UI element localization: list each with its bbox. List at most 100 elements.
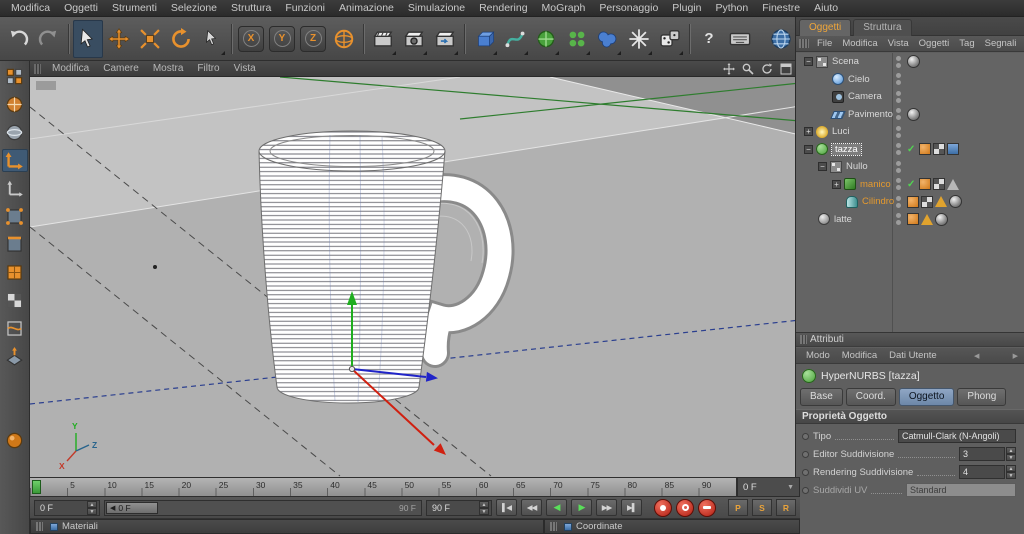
- workplane-mode-button[interactable]: [2, 345, 28, 368]
- gizmo-origin[interactable]: [349, 366, 354, 371]
- menu-plugin[interactable]: Plugin: [665, 2, 708, 14]
- panel-grip-icon[interactable]: [36, 522, 43, 531]
- start-frame-field[interactable]: 0 F ▲▼: [34, 500, 100, 516]
- phong-tag-icon[interactable]: [921, 214, 933, 225]
- timeline-ruler[interactable]: 0 5 10 15 20 25 30 35 40 45 50 55 60 65 …: [30, 477, 737, 497]
- menu-modifica[interactable]: Modifica: [4, 2, 57, 14]
- recent-tool-dropdown[interactable]: [197, 20, 227, 58]
- live-selection-tool[interactable]: [73, 20, 103, 58]
- range-slider-handle[interactable]: ◀ 0 F: [106, 502, 158, 514]
- uv-mode-button[interactable]: [2, 317, 28, 340]
- vp-menu-vista[interactable]: Vista: [227, 63, 263, 74]
- help-button[interactable]: ?: [694, 20, 724, 58]
- materials-panel-header[interactable]: Materiali: [30, 519, 544, 534]
- menu-funzioni[interactable]: Funzioni: [278, 2, 332, 14]
- texture-tag-icon[interactable]: [919, 143, 931, 155]
- panel-grip-icon[interactable]: [550, 522, 557, 531]
- om-menu-modifica[interactable]: Modifica: [837, 38, 882, 49]
- frame-display[interactable]: 0 F ▼: [737, 477, 800, 497]
- previous-frame-button[interactable]: ◀: [546, 499, 567, 516]
- timeline-range-slider[interactable]: ◀ 0 F 90 F: [104, 500, 422, 516]
- rotate-view-button[interactable]: [759, 62, 774, 75]
- tab-oggetti[interactable]: Oggetti: [799, 19, 851, 36]
- move-tool[interactable]: [104, 20, 134, 58]
- redo-button[interactable]: [34, 20, 64, 58]
- menu-oggetti[interactable]: Oggetti: [57, 2, 105, 14]
- editor-suddivisione-input[interactable]: 3: [959, 447, 1005, 461]
- tab-oggetto[interactable]: Oggetto: [899, 388, 955, 406]
- add-hypernurbs-button[interactable]: [531, 20, 561, 58]
- tree-row-nullo[interactable]: − Nullo: [796, 158, 1024, 176]
- points-mode-button[interactable]: [2, 205, 28, 228]
- vp-menu-modifica[interactable]: Modifica: [45, 63, 96, 74]
- stepper-down-icon[interactable]: ▼: [87, 508, 97, 515]
- collapse-icon[interactable]: −: [804, 57, 813, 66]
- toggle-view-layout-button[interactable]: [778, 62, 793, 75]
- stepper-up-icon[interactable]: ▲: [479, 501, 489, 508]
- om-menu-tag[interactable]: Tag: [954, 38, 979, 49]
- visibility-toggle[interactable]: [896, 161, 901, 173]
- tab-coord[interactable]: Coord.: [846, 388, 896, 406]
- go-to-end-button[interactable]: ▶▌: [621, 499, 642, 516]
- visibility-toggle[interactable]: [896, 126, 901, 138]
- expression-tag-icon[interactable]: [947, 143, 959, 155]
- phong-tag-icon[interactable]: [935, 196, 947, 207]
- menu-personaggio[interactable]: Personaggio: [592, 2, 665, 14]
- attr-menu-modo[interactable]: Modo: [800, 350, 836, 361]
- lock-z-axis-button[interactable]: Z: [298, 20, 328, 58]
- om-menu-segnali[interactable]: Segnali: [980, 38, 1022, 49]
- expand-icon[interactable]: +: [804, 127, 813, 136]
- rotation-key-toggle[interactable]: R: [776, 499, 796, 516]
- current-frame-marker[interactable]: [32, 480, 41, 494]
- texture-mode-button[interactable]: [2, 121, 28, 144]
- add-spline-button[interactable]: [500, 20, 530, 58]
- visibility-toggle[interactable]: [896, 108, 901, 120]
- undo-button[interactable]: [3, 20, 33, 58]
- texture-tag-icon[interactable]: [907, 196, 919, 208]
- tree-row-cilindro[interactable]: Cilindro: [796, 193, 1024, 211]
- tree-row-tazza[interactable]: − tazza ✓: [796, 141, 1024, 159]
- menu-strumenti[interactable]: Strumenti: [105, 2, 164, 14]
- expand-icon[interactable]: +: [832, 180, 841, 189]
- visibility-toggle[interactable]: [896, 143, 901, 155]
- autokey-button[interactable]: [676, 499, 694, 517]
- compositing-tag-icon[interactable]: [921, 196, 933, 208]
- add-primitive-button[interactable]: [469, 20, 499, 58]
- lock-y-axis-button[interactable]: Y: [267, 20, 297, 58]
- play-button[interactable]: ▶: [571, 499, 592, 516]
- object-mode-button[interactable]: [2, 149, 28, 172]
- stepper-down-icon[interactable]: ▼: [1006, 472, 1016, 479]
- tree-row-pavimento[interactable]: Pavimento: [796, 106, 1024, 124]
- zoom-view-button[interactable]: [740, 62, 755, 75]
- om-menu-file[interactable]: File: [812, 38, 837, 49]
- phong-tag-icon[interactable]: [947, 179, 959, 190]
- menu-rendering[interactable]: Rendering: [472, 2, 534, 14]
- section-proprieta-oggetto[interactable]: Proprietà Oggetto: [796, 409, 1024, 424]
- menu-python[interactable]: Python: [709, 2, 756, 14]
- visibility-toggle[interactable]: [896, 213, 901, 225]
- add-mograph-button[interactable]: [562, 20, 592, 58]
- next-key-button[interactable]: ▶▶: [596, 499, 617, 516]
- tree-row-latte[interactable]: latte: [796, 211, 1024, 229]
- texture-tag-icon[interactable]: [907, 213, 919, 225]
- enabled-check-icon[interactable]: ✓: [907, 179, 915, 190]
- panel-grip-icon[interactable]: [34, 64, 41, 74]
- online-help-button[interactable]: [766, 20, 796, 58]
- collapse-icon[interactable]: −: [804, 145, 813, 154]
- tab-strutt[interactable]: Struttura: [853, 19, 911, 36]
- scale-key-toggle[interactable]: S: [752, 499, 772, 516]
- rotate-tool[interactable]: [166, 20, 196, 58]
- menu-struttura[interactable]: Struttura: [224, 2, 278, 14]
- visibility-toggle[interactable]: [896, 178, 901, 190]
- go-to-start-button[interactable]: ▌◀: [496, 499, 517, 516]
- panel-grip-icon[interactable]: [799, 39, 809, 48]
- tree-row-manico[interactable]: + manico ✓: [796, 176, 1024, 194]
- scale-tool[interactable]: [135, 20, 165, 58]
- tree-row-luci[interactable]: + Luci: [796, 123, 1024, 141]
- position-key-toggle[interactable]: P: [728, 499, 748, 516]
- coordinates-panel-header[interactable]: Coordinate: [544, 519, 800, 534]
- material-thumbnail[interactable]: [935, 213, 948, 226]
- keyframe-circle-icon[interactable]: [802, 433, 809, 440]
- render-settings-button[interactable]: [399, 20, 429, 58]
- tree-row-cielo[interactable]: Cielo: [796, 71, 1024, 89]
